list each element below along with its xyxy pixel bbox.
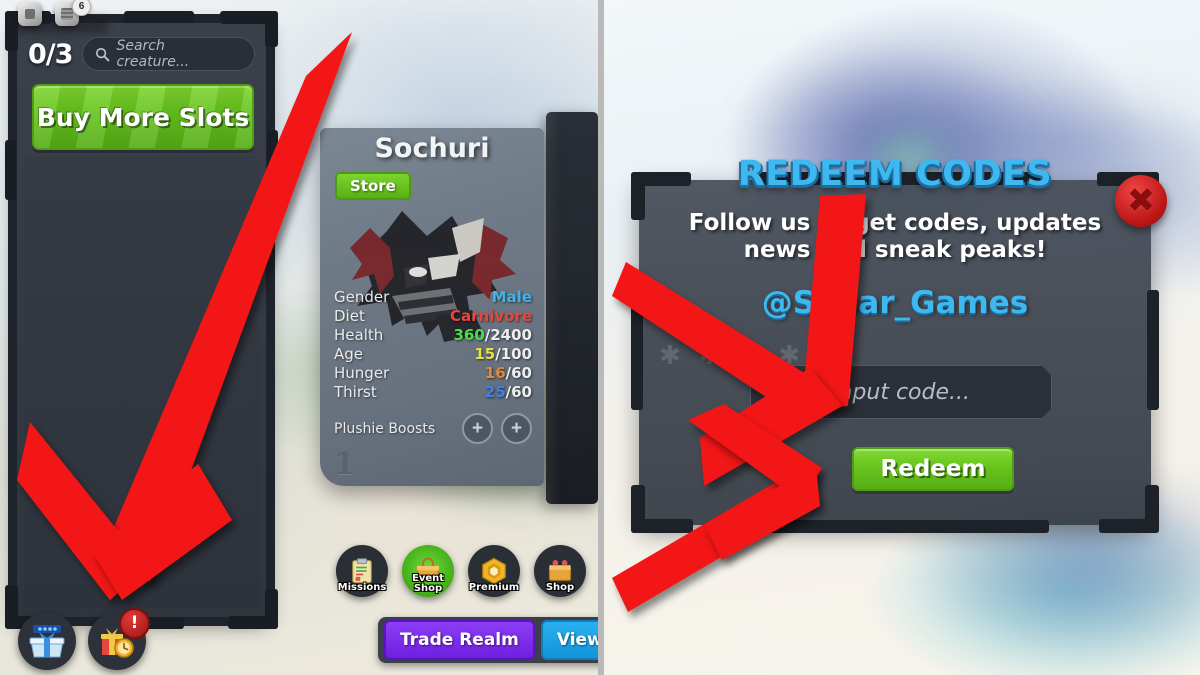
- stat-label: Thirst: [334, 383, 377, 401]
- redeem-button[interactable]: Redeem: [852, 447, 1014, 491]
- trade-realm-button[interactable]: Trade Realm: [384, 620, 535, 660]
- stat-label: Health: [334, 326, 384, 344]
- stat-value: 15/100: [474, 345, 532, 363]
- plushie-boost-buttons: + +: [462, 413, 532, 444]
- frame-corner: [631, 485, 645, 533]
- store-tag[interactable]: Store: [335, 172, 411, 200]
- gift-box-blue-icon: [29, 625, 65, 658]
- close-button[interactable]: ✖: [1115, 175, 1167, 227]
- shop-cart-icon: [548, 560, 572, 581]
- frame-corner: [265, 589, 278, 629]
- nav-item-event-shop[interactable]: Event Shop: [402, 545, 454, 597]
- bottom-nav: Missions Event Shop Premium Shop: [336, 545, 586, 597]
- creature-stats: Gender Male Diet Carnivore Health 360/24…: [334, 288, 532, 402]
- buy-more-slots-label: Buy More Slots: [36, 102, 250, 132]
- inventory-slot-grid[interactable]: [24, 156, 259, 608]
- trade-action-bar: Trade Realm View Cre: [378, 617, 598, 663]
- screenshot-root: 6 0/3 Search creature... Buy More Slots …: [0, 0, 1200, 675]
- stat-value: 25/60: [484, 383, 532, 401]
- search-placeholder: Search creature...: [116, 38, 190, 70]
- stat-label: Diet: [334, 307, 365, 325]
- right-panel: REDEEM CODES Follow us to get codes, upd…: [604, 0, 1200, 675]
- roblox-menu-icon[interactable]: [18, 2, 42, 26]
- frame-corner: [1147, 290, 1159, 410]
- frame-corner: [1145, 485, 1159, 533]
- buy-more-slots-button[interactable]: Buy More Slots: [32, 84, 254, 150]
- search-icon: [96, 47, 110, 61]
- code-input[interactable]: Input code...: [750, 365, 1052, 419]
- notification-badge: !: [119, 608, 150, 639]
- stat-value: Male: [491, 288, 532, 306]
- stat-value: 16/60: [484, 364, 532, 382]
- stat-value: Carnivore: [449, 307, 532, 325]
- frame-corner: [267, 130, 278, 200]
- frame-corner: [265, 11, 278, 47]
- nav-label-shop: Shop: [545, 582, 575, 593]
- code-input-placeholder: Input code...: [832, 379, 970, 405]
- close-icon: ✖: [1126, 181, 1156, 221]
- nav-label-missions: Missions: [337, 582, 387, 593]
- roblox-chat-glyph: [61, 8, 73, 20]
- frame-corner: [769, 520, 1049, 533]
- stat-row-gender: Gender Male: [334, 288, 532, 307]
- search-input[interactable]: Search creature...: [82, 37, 255, 71]
- view-creatures-button[interactable]: View Cre: [540, 620, 598, 660]
- nav-item-shop[interactable]: Shop: [534, 545, 586, 597]
- nav-label-premium: Premium: [468, 582, 520, 593]
- stat-label: Hunger: [334, 364, 390, 382]
- inventory-toolbar: 0/3 Search creature...: [14, 30, 269, 78]
- dialog-title: REDEEM CODES: [737, 154, 1053, 194]
- stat-value: 360/2400: [453, 326, 532, 344]
- nav-label-event-shop: Event Shop: [411, 573, 445, 594]
- redeem-button-label: Redeem: [880, 456, 986, 482]
- plushie-boosts-label: Plushie Boosts: [334, 420, 436, 437]
- roblox-overlay-icons: 6: [18, 0, 91, 26]
- redeem-codes-dialog: REDEEM CODES Follow us to get codes, upd…: [631, 154, 1159, 533]
- left-panel: 6 0/3 Search creature... Buy More Slots …: [0, 0, 598, 675]
- plushie-boosts-row: Plushie Boosts + +: [334, 413, 532, 444]
- stat-row-thirst: Thirst 25/60: [334, 383, 532, 402]
- roblox-menu-glyph: [25, 9, 35, 19]
- stat-label: Gender: [334, 288, 390, 306]
- stat-row-hunger: Hunger 16/60: [334, 364, 532, 383]
- roblox-chat-icon[interactable]: 6: [55, 0, 91, 26]
- panel-divider: [598, 0, 604, 675]
- gift-icon-row: !: [18, 608, 150, 670]
- timed-gift-icon[interactable]: !: [88, 608, 150, 670]
- plushie-boost-add-button-1[interactable]: +: [462, 413, 493, 444]
- creature-card-background[interactable]: [546, 112, 598, 504]
- clipboard-icon: [352, 558, 372, 584]
- frame-corner: [124, 11, 194, 23]
- dialog-subtitle: Follow us to get codes, updates news and…: [688, 210, 1102, 263]
- nav-item-missions[interactable]: Missions: [336, 545, 388, 597]
- nav-item-premium[interactable]: Premium: [468, 545, 520, 597]
- card-number: 1: [334, 447, 355, 482]
- plushie-boost-add-button-2[interactable]: +: [501, 413, 532, 444]
- stat-row-diet: Diet Carnivore: [334, 307, 532, 326]
- creature-name: Sochuri: [374, 133, 490, 164]
- frame-corner: [5, 140, 16, 200]
- stat-row-age: Age 15/100: [334, 345, 532, 364]
- creature-card[interactable]: Sochuri Store Gender Male Diet Carnivore…: [320, 128, 544, 486]
- slot-count: 0/3: [28, 38, 73, 70]
- frame-corner: [5, 585, 18, 629]
- social-handle[interactable]: @Sonar_Games: [639, 285, 1151, 321]
- inventory-panel: 0/3 Search creature... Buy More Slots: [5, 11, 278, 629]
- stat-row-health: Health 360/2400: [334, 326, 532, 345]
- stat-label: Age: [334, 345, 364, 363]
- frame-corner: [631, 290, 643, 410]
- daily-rewards-gift-icon[interactable]: [18, 612, 76, 670]
